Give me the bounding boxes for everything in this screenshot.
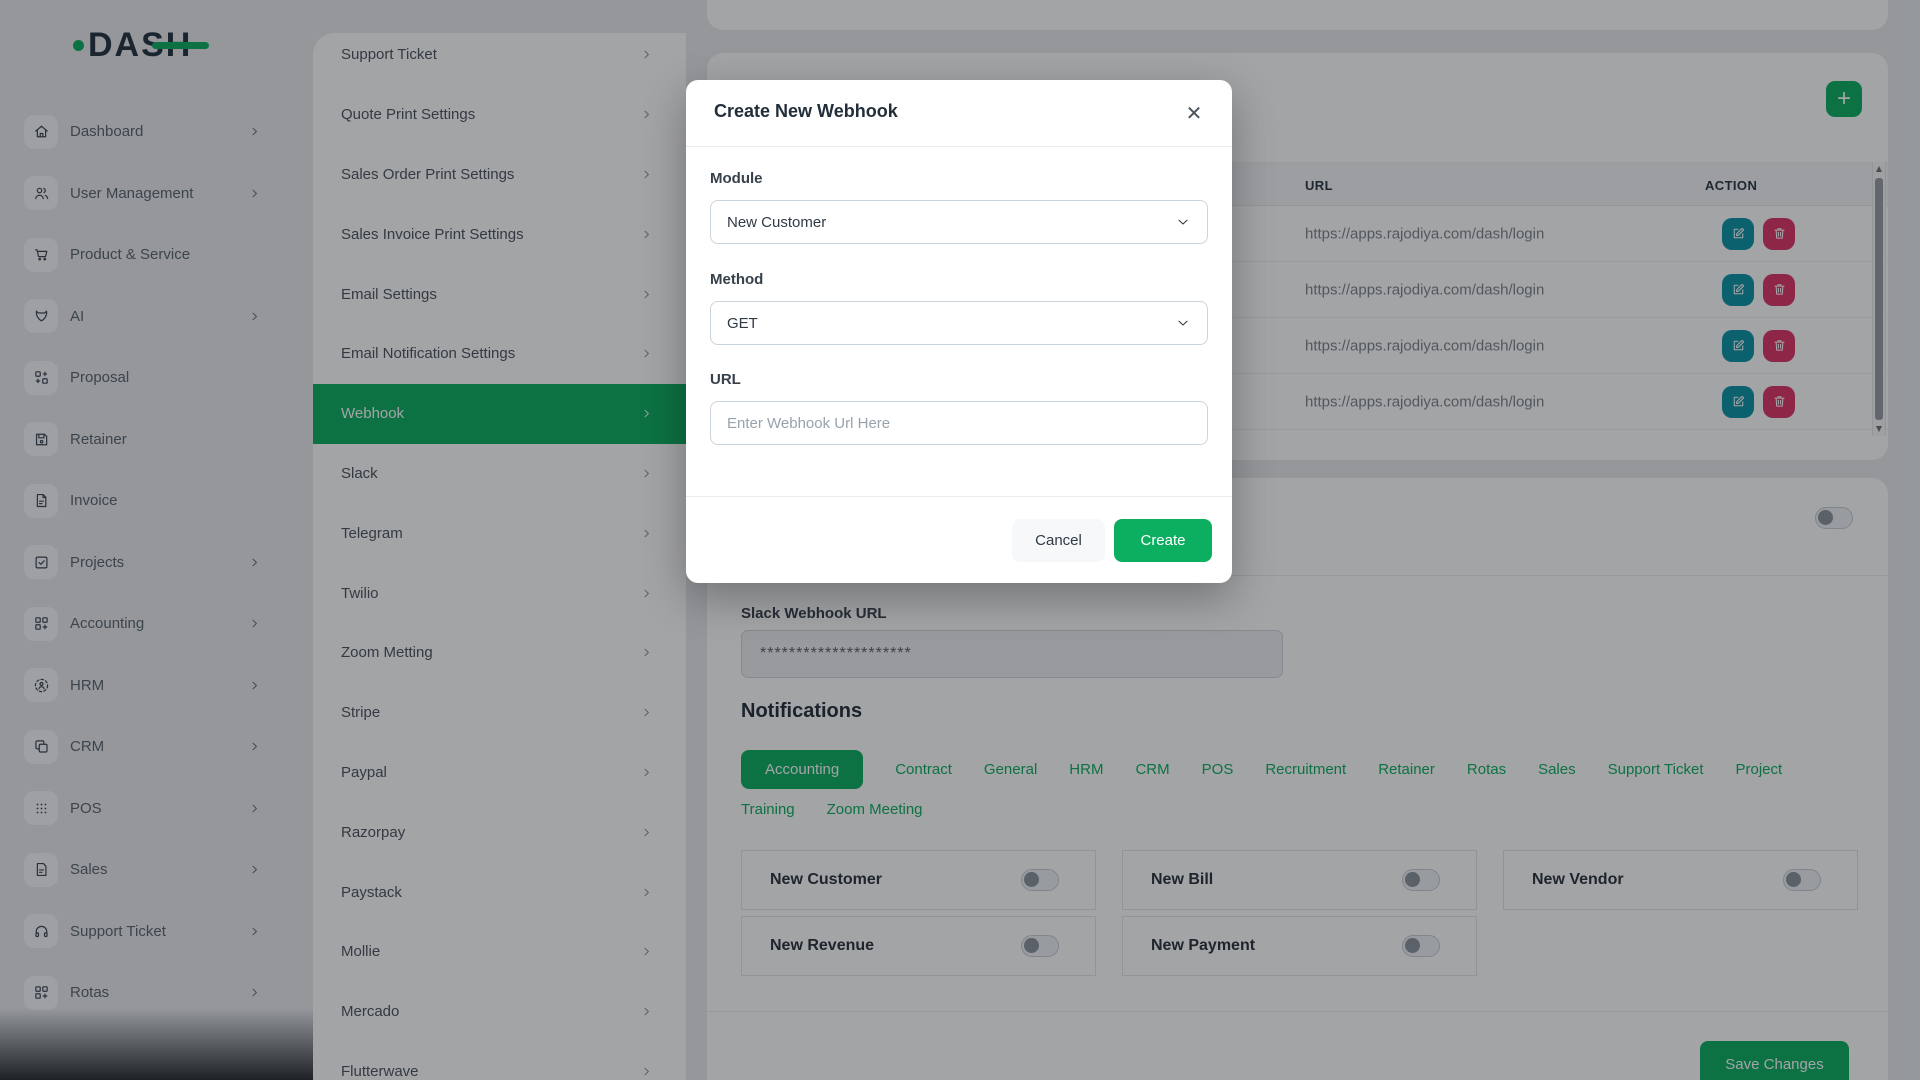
create-button[interactable]: Create — [1114, 519, 1212, 562]
chevron-down-icon — [1178, 320, 1188, 326]
chevron-down-icon — [1175, 315, 1191, 331]
webhook-url-input[interactable] — [710, 401, 1208, 445]
app-screen: DASH Dashboard User Management Product & S… — [0, 0, 1920, 1080]
cancel-button[interactable]: Cancel — [1012, 519, 1105, 562]
method-select[interactable]: GET — [710, 301, 1208, 345]
method-select-value: GET — [727, 314, 758, 332]
chevron-down-icon — [1175, 214, 1191, 230]
url-label: URL — [710, 371, 741, 388]
module-label: Module — [710, 170, 763, 187]
close-icon[interactable]: ✕ — [1178, 97, 1210, 129]
chevron-down-icon — [1178, 219, 1188, 225]
modal-footer: Cancel Create — [686, 496, 1232, 583]
create-webhook-modal: Create New Webhook ✕ Module New Customer… — [686, 80, 1232, 583]
module-select-value: New Customer — [727, 213, 827, 231]
modal-title: Create New Webhook — [714, 101, 898, 121]
method-label: Method — [710, 271, 764, 288]
modal-header: Create New Webhook ✕ — [686, 80, 1232, 147]
module-select[interactable]: New Customer — [710, 200, 1208, 244]
